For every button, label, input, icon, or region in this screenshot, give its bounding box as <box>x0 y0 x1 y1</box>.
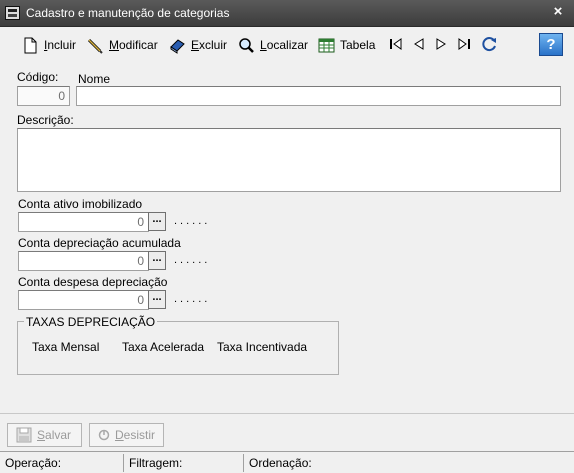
taxa-incentivada-label: Taxa Incentivada <box>217 340 308 354</box>
toolbar: Incluir Modificar Excluir Localizar Tabe… <box>0 30 574 60</box>
first-record-icon[interactable] <box>388 36 404 52</box>
eraser-icon <box>170 38 185 54</box>
conta-depr-description: ...... <box>174 254 211 266</box>
salvar-label: Salvar <box>37 428 72 442</box>
close-button[interactable]: × <box>550 4 566 20</box>
tabela-label: Tabela <box>340 38 376 52</box>
desistir-button[interactable]: Desistir <box>89 423 164 447</box>
codigo-label: Código: <box>17 70 59 84</box>
localizar-button[interactable]: Localizar <box>238 33 308 57</box>
app-icon <box>5 6 20 20</box>
localizar-label: Localizar <box>260 38 309 52</box>
conta-desp-field[interactable]: 0 <box>18 290 149 310</box>
descricao-label: Descrição: <box>17 113 74 127</box>
title-bar: Cadastro e manutenção de categorias × <box>0 0 574 27</box>
magnifier-icon <box>239 37 254 53</box>
conta-ativo-lookup-button[interactable]: ... <box>148 212 166 231</box>
conta-desp-lookup-button[interactable]: ... <box>148 290 166 309</box>
desistir-label: Desistir <box>114 428 155 442</box>
incluir-button[interactable]: Incluir <box>22 33 76 57</box>
status-bar: Operação: Filtragem: Ordenação: <box>0 451 574 473</box>
conta-depr-field[interactable]: 0 <box>18 251 149 271</box>
last-record-icon[interactable] <box>456 36 472 52</box>
window-title: Cadastro e manutenção de categorias <box>26 6 230 20</box>
conta-ativo-description: ...... <box>174 215 211 227</box>
status-filtragem: Filtragem: <box>124 454 244 472</box>
next-record-icon[interactable] <box>433 36 449 52</box>
tabela-button[interactable]: Tabela <box>318 33 375 57</box>
status-operacao: Operação: <box>0 454 124 472</box>
status-ordenacao: Ordenação: <box>249 456 312 470</box>
refresh-icon[interactable] <box>481 35 498 52</box>
nome-label: Nome <box>78 72 111 86</box>
help-button[interactable]: ? <box>539 33 563 56</box>
taxa-mensal-label: Taxa Mensal <box>32 340 100 354</box>
help-icon: ? <box>546 36 556 53</box>
modificar-label: Modificar <box>109 38 158 52</box>
pencil-icon <box>87 38 103 54</box>
conta-desp-description: ...... <box>174 293 211 305</box>
excluir-label: Excluir <box>191 38 228 52</box>
new-document-icon <box>24 37 37 53</box>
codigo-field[interactable]: 0 <box>17 86 70 106</box>
excluir-button[interactable]: Excluir <box>169 33 227 57</box>
nome-field[interactable] <box>76 86 561 106</box>
conta-depr-label: Conta depreciação acumulada <box>18 236 181 250</box>
taxa-acelerada-label: Taxa Acelerada <box>122 340 205 354</box>
descricao-field[interactable] <box>17 128 561 192</box>
previous-record-icon[interactable] <box>411 36 427 52</box>
modificar-button[interactable]: Modificar <box>87 33 158 57</box>
incluir-label: Incluir <box>44 38 77 52</box>
conta-ativo-label: Conta ativo imobilizado <box>18 197 143 211</box>
conta-ativo-field[interactable]: 0 <box>18 212 149 232</box>
conta-depr-lookup-button[interactable]: ... <box>148 251 166 270</box>
taxas-title: TAXAS DEPRECIAÇÃO <box>24 315 158 329</box>
save-icon <box>16 427 32 443</box>
divider <box>0 413 574 414</box>
conta-desp-label: Conta despesa depreciação <box>18 275 168 289</box>
cancel-icon <box>98 429 110 441</box>
salvar-button[interactable]: Salvar <box>7 423 82 447</box>
table-icon <box>318 38 335 52</box>
